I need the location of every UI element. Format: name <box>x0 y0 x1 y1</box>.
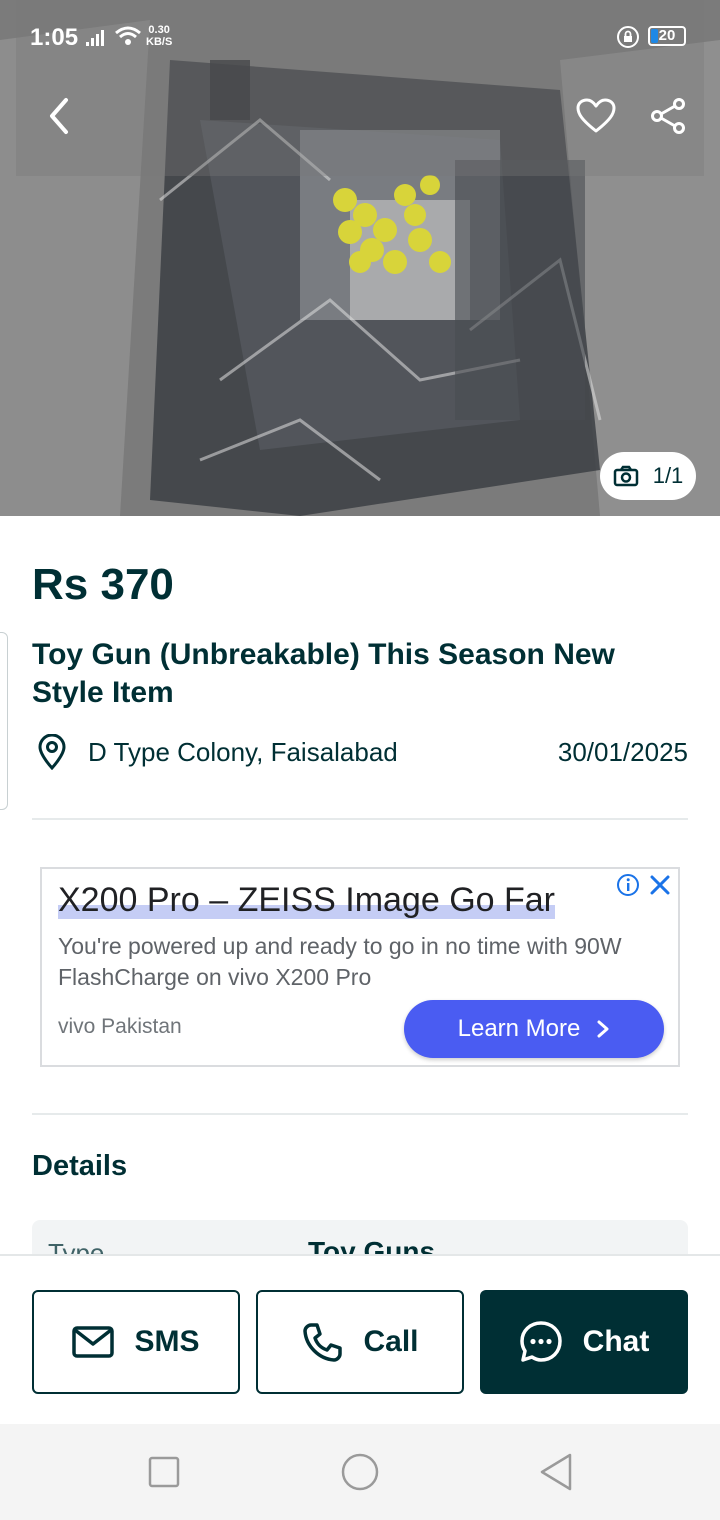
chat-label: Chat <box>582 1325 650 1358</box>
wifi-icon <box>115 26 141 45</box>
ad-body: You're powered up and ready to go in no … <box>58 933 622 990</box>
location-pin-icon <box>38 734 66 770</box>
envelope-icon <box>72 1326 115 1358</box>
sms-button[interactable]: SMS <box>32 1290 240 1394</box>
chat-bubble-icon <box>519 1321 562 1362</box>
sponsored-ad[interactable]: X200 Pro – ZEISS Image Go Far You're pow… <box>40 867 680 1067</box>
photo-counter[interactable]: 1/1 <box>600 452 696 500</box>
call-button[interactable]: Call <box>256 1290 464 1394</box>
system-navigation-bar <box>0 1424 720 1520</box>
battery-fill <box>651 29 658 43</box>
network-speed-unit: KB/S <box>146 36 173 48</box>
chat-button[interactable]: Chat <box>480 1290 688 1394</box>
details-card: Type Toy Guns <box>32 1220 688 1256</box>
ad-brand: vivo Pakistan <box>58 1015 182 1038</box>
details-heading: Details <box>32 1150 128 1182</box>
photo-counter-text: 1/1 <box>652 463 684 488</box>
battery-indicator: 20 <box>648 26 686 46</box>
home-icon[interactable] <box>340 1452 380 1492</box>
ad-title[interactable]: X200 Pro – ZEISS Image Go Far <box>58 881 556 920</box>
listing-location: D Type Colony, Faisalabad <box>88 736 398 767</box>
camera-icon <box>613 465 638 487</box>
network-speed-value: 0.30 <box>148 24 170 36</box>
listing-title: Toy Gun (Unbreakable) This Season New St… <box>32 638 615 709</box>
ad-cta-label: Learn More <box>457 1015 581 1042</box>
status-time: 1:05 <box>30 24 79 51</box>
battery-level: 20 <box>658 27 676 44</box>
status-bar: 1:05 0.30 KB/S 20 <box>0 0 720 72</box>
network-speed: 0.30 KB/S <box>146 24 172 48</box>
listing-price: Rs 370 <box>32 560 174 609</box>
detail-value: Toy Guns <box>308 1236 436 1256</box>
ad-info-icon[interactable] <box>616 873 640 897</box>
listing-location-row: D Type Colony, Faisalabad 30/01/2025 <box>32 730 688 774</box>
share-icon[interactable] <box>648 98 688 134</box>
phone-icon <box>303 1323 343 1362</box>
divider <box>32 818 688 820</box>
ad-learn-more-button[interactable]: Learn More <box>404 1000 664 1058</box>
contact-action-bar: SMS Call Chat <box>0 1254 720 1424</box>
ad-close-icon[interactable] <box>648 873 672 897</box>
listing-date: 30/01/2025 <box>557 736 688 767</box>
signal-icon <box>86 30 104 46</box>
back-triangle-icon[interactable] <box>538 1452 574 1492</box>
recent-apps-icon[interactable] <box>148 1456 180 1488</box>
call-label: Call <box>363 1325 419 1358</box>
favorite-heart-icon[interactable] <box>576 98 616 134</box>
sms-label: SMS <box>134 1325 200 1358</box>
chevron-right-icon <box>597 1020 609 1038</box>
side-edge-tab[interactable] <box>0 632 8 810</box>
listing-photo[interactable] <box>0 0 720 516</box>
back-arrow-icon[interactable] <box>44 96 76 136</box>
rotation-lock-icon <box>617 26 639 48</box>
divider <box>32 1113 688 1115</box>
